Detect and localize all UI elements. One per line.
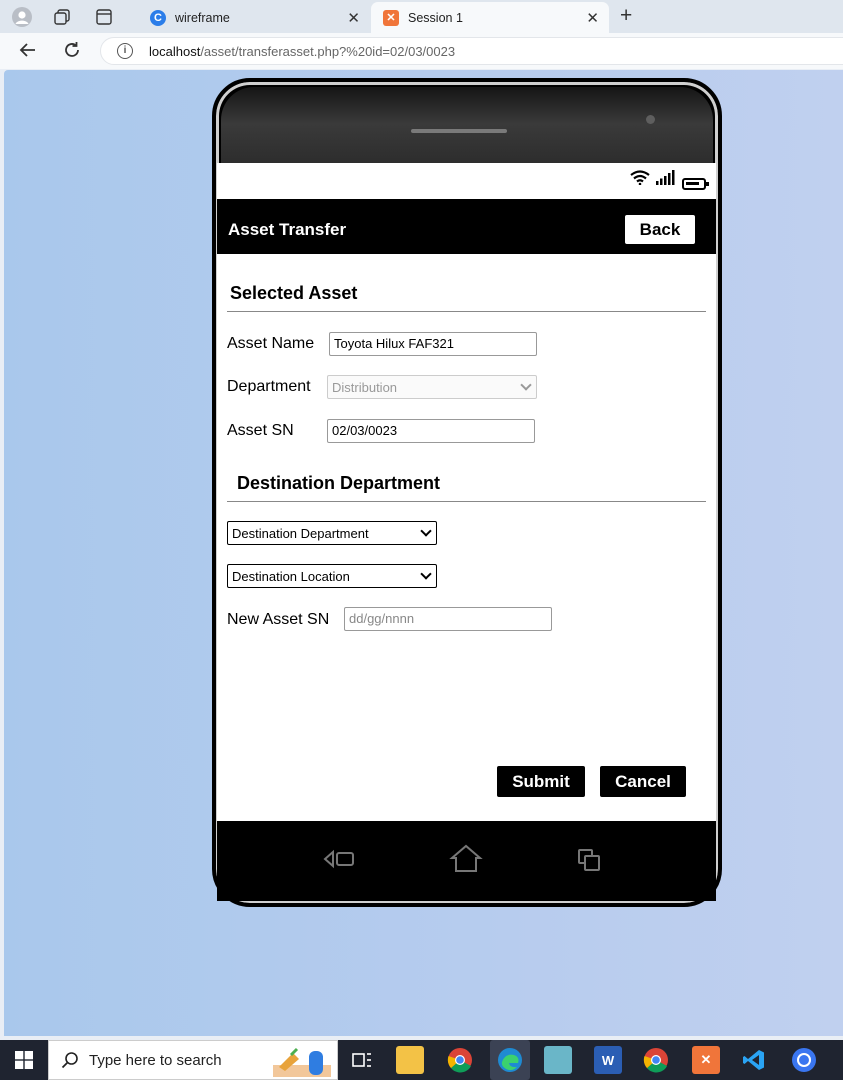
speaker-grille xyxy=(411,129,507,133)
windows-start-icon[interactable] xyxy=(10,1046,38,1074)
divider xyxy=(227,311,706,312)
tab-session[interactable]: ✕ Session 1 ✕ xyxy=(371,2,609,33)
status-bar xyxy=(217,163,716,199)
camera-dot xyxy=(646,115,655,124)
url-field[interactable]: i localhost/asset/transferasset.php?%20i… xyxy=(100,37,843,65)
home-nav-icon[interactable] xyxy=(449,843,483,878)
chrome-icon[interactable] xyxy=(446,1046,474,1074)
phone-screen: Asset Transfer Back Selected Asset Asset… xyxy=(217,163,716,821)
back-arrow-icon[interactable] xyxy=(18,40,38,65)
close-tab-icon[interactable]: ✕ xyxy=(347,9,360,27)
new-asset-sn-placeholder: dd/gg/nnnn xyxy=(349,611,415,626)
destination-department-value: Destination Department xyxy=(232,525,369,541)
browser-tab-bar: C wireframe ✕ ✕ Session 1 ✕ + xyxy=(0,0,843,33)
xampp-taskbar-icon[interactable]: ✕ xyxy=(692,1046,720,1074)
recent-apps-icon[interactable] xyxy=(577,847,603,878)
file-explorer-icon[interactable] xyxy=(396,1046,424,1074)
search-icon xyxy=(61,1051,79,1074)
search-highlight-icon xyxy=(271,1045,333,1080)
divider xyxy=(227,501,706,502)
chrome-profile-icon[interactable] xyxy=(642,1046,670,1074)
chevron-down-icon xyxy=(420,525,432,537)
submit-button[interactable]: Submit xyxy=(497,766,585,797)
new-tab-button[interactable]: + xyxy=(620,4,632,28)
page-title: Asset Transfer xyxy=(228,220,347,239)
destination-location-select[interactable]: Destination Location xyxy=(227,564,437,588)
battery-icon xyxy=(682,178,709,190)
signal-app-icon[interactable] xyxy=(790,1046,818,1074)
canva-icon: C xyxy=(150,9,166,26)
xampp-icon: ✕ xyxy=(383,9,399,26)
phone-top-bezel xyxy=(221,87,713,169)
tab-actions-icon[interactable] xyxy=(93,6,115,28)
destination-location-value: Destination Location xyxy=(232,568,350,584)
profile-icon[interactable] xyxy=(11,6,33,28)
back-button[interactable]: Back xyxy=(625,215,695,244)
notepad-icon[interactable] xyxy=(544,1046,572,1074)
chevron-down-icon xyxy=(520,379,532,391)
address-bar-row: i localhost/asset/transferasset.php?%20i… xyxy=(0,33,843,69)
asset-name-label: Asset Name xyxy=(227,335,315,352)
destination-heading: Destination Department xyxy=(237,473,441,493)
vscode-icon[interactable] xyxy=(740,1046,768,1074)
workspaces-icon[interactable] xyxy=(51,6,73,28)
new-asset-sn-field[interactable]: dd/gg/nnnn xyxy=(344,607,552,631)
asset-sn-field[interactable]: 02/03/0023 xyxy=(327,419,535,443)
edge-icon[interactable] xyxy=(490,1040,530,1080)
url-path: /asset/transferasset.php?%20id=02/03/002… xyxy=(200,44,456,59)
app-header: Asset Transfer Back xyxy=(217,199,716,254)
asset-name-field[interactable]: Toyota Hilux FAF321 xyxy=(329,332,537,356)
url-host: localhost xyxy=(149,44,201,59)
signal-icon xyxy=(656,170,676,190)
taskbar-search-placeholder: Type here to search xyxy=(89,1052,222,1069)
back-nav-icon[interactable] xyxy=(323,847,357,876)
tab-wireframe[interactable]: C wireframe ✕ xyxy=(138,2,370,33)
word-icon[interactable]: W xyxy=(594,1046,622,1074)
tab-label: Session 1 xyxy=(408,10,463,25)
selected-asset-heading: Selected Asset xyxy=(230,283,358,303)
task-view-icon[interactable] xyxy=(348,1046,376,1074)
taskbar-search[interactable]: Type here to search xyxy=(48,1040,338,1080)
new-asset-sn-label: New Asset SN xyxy=(227,611,330,628)
phone-nav-bar xyxy=(217,821,716,901)
taskbar: Type here to search W ✕ xyxy=(0,1040,843,1080)
wifi-icon xyxy=(630,170,650,190)
department-label: Department xyxy=(227,378,311,395)
chevron-down-icon xyxy=(420,568,432,580)
asset-sn-label: Asset SN xyxy=(227,422,294,439)
close-tab-icon[interactable]: ✕ xyxy=(586,9,599,27)
refresh-icon[interactable] xyxy=(62,40,82,65)
department-select: Distribution xyxy=(327,375,537,399)
department-value: Distribution xyxy=(332,379,398,395)
tab-label: wireframe xyxy=(175,10,230,25)
cancel-button[interactable]: Cancel xyxy=(600,766,686,797)
info-icon[interactable]: i xyxy=(117,43,133,59)
destination-department-select[interactable]: Destination Department xyxy=(227,521,437,545)
